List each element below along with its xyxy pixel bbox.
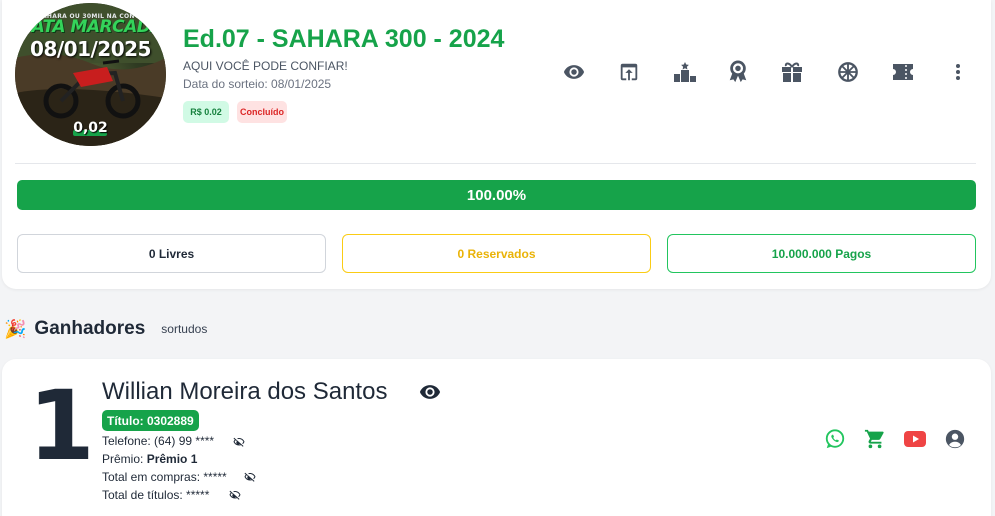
award-icon[interactable] <box>725 59 751 85</box>
winners-heading: Ganhadores <box>34 318 146 339</box>
progress-bar: 100.00% <box>17 180 976 210</box>
reserved-count: 0 Reservados <box>342 234 651 273</box>
raffle-thumbnail: SAHARA OU 30MIL NA CONTA DATA MARCADA 08… <box>15 3 166 146</box>
raffle-subtitle: AQUI VOCÊ PODE CONFIAR! <box>183 59 348 73</box>
ranking-icon[interactable] <box>672 59 698 85</box>
price-badge: R$ 0.02 <box>183 101 229 123</box>
divider <box>15 163 976 164</box>
thumb-date: 08/01/2025 <box>30 37 151 61</box>
progress-label: 100.00% <box>466 186 527 204</box>
eye-off-icon[interactable] <box>229 488 243 500</box>
whatsapp-icon[interactable] <box>823 427 847 451</box>
winners-subheading: sortudos <box>161 322 208 336</box>
user-icon[interactable] <box>943 427 967 451</box>
draw-date: Data do sorteio: 08/01/2025 <box>183 77 332 91</box>
winner-prize-label: Prêmio: <box>102 452 147 466</box>
publish-icon[interactable] <box>616 59 642 85</box>
winner-prize-value: Prêmio 1 <box>146 452 198 466</box>
winners-header: 🎉 Ganhadores sortudos <box>4 316 207 342</box>
paid-count: 10.000.000 Pagos <box>667 234 976 273</box>
eye-off-icon[interactable] <box>233 435 247 447</box>
eye-icon[interactable] <box>561 59 587 85</box>
winner-total-tickets: Total de títulos: ***** <box>102 488 210 502</box>
thumb-price: 0,02 <box>73 120 108 136</box>
winner-name: Willian Moreira dos Santos <box>102 378 388 405</box>
raffle-title: Ed.07 - SAHARA 300 - 2024 <box>183 25 505 53</box>
winner-prize: Prêmio: Prêmio 1 <box>102 452 197 466</box>
winner-phone: Telefone: (64) 99 **** <box>102 434 215 448</box>
eye-off-icon[interactable] <box>244 470 258 482</box>
winner-ticket-badge: Título: 0302889 <box>102 410 199 431</box>
winner-total-purchases: Total em compras: ***** <box>102 470 227 484</box>
thumb-headline: DATA MARCADA <box>17 17 164 37</box>
free-count: 0 Livres <box>17 234 326 273</box>
cart-icon[interactable] <box>863 427 887 451</box>
youtube-icon[interactable] <box>903 427 927 451</box>
party-popper-icon: 🎉 <box>4 318 27 339</box>
gift-icon[interactable] <box>779 59 805 85</box>
wheel-icon[interactable] <box>835 59 861 85</box>
winner-rank: 1 <box>28 370 95 482</box>
ticket-icon[interactable] <box>890 59 916 85</box>
status-badge: Concluído <box>237 101 287 123</box>
eye-icon[interactable] <box>418 381 444 403</box>
more-vertical-icon[interactable] <box>945 59 971 85</box>
